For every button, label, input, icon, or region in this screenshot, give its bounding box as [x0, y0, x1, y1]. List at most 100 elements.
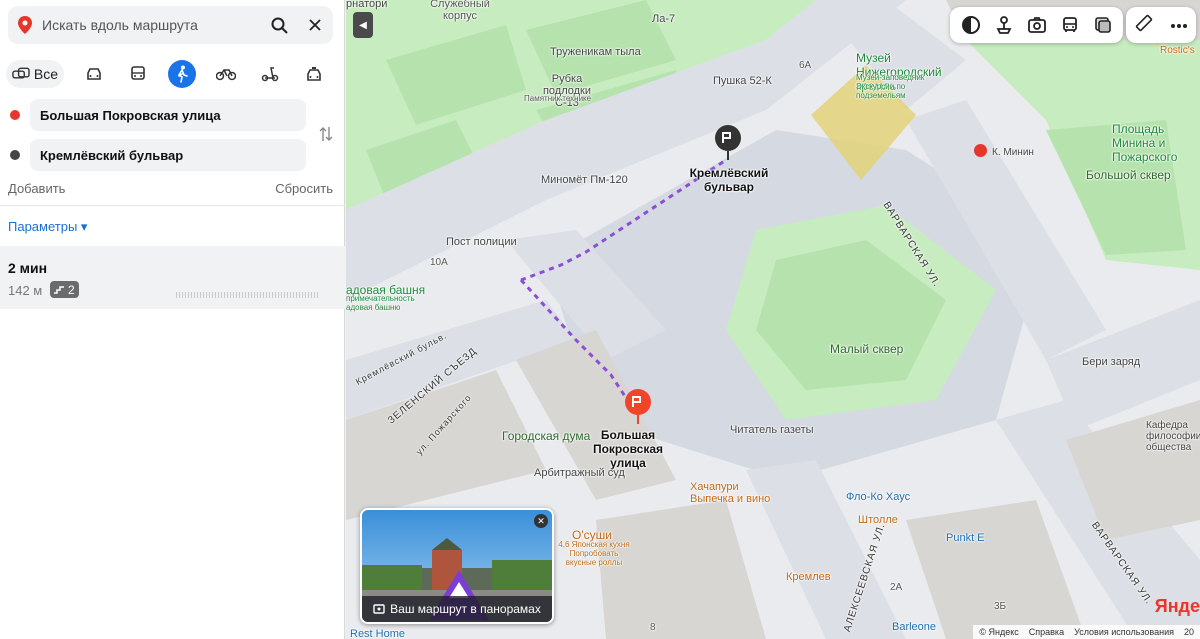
- close-icon: [309, 19, 321, 31]
- close-icon: ✕: [537, 515, 545, 526]
- panorama-caption-text: Ваш маршрут в панорамах: [390, 602, 541, 616]
- label: Пост полиции: [446, 236, 517, 248]
- label: Читатель газеты: [730, 424, 814, 436]
- swap-points-button[interactable]: [316, 124, 336, 144]
- yandex-logo: Янде: [1155, 596, 1200, 617]
- ruler-button[interactable]: [1135, 14, 1153, 37]
- label: Ла-7: [652, 13, 676, 25]
- camera-icon: [1027, 17, 1046, 33]
- bike-icon: [216, 69, 236, 81]
- collapse-sidebar-button[interactable]: ◀: [353, 12, 373, 38]
- route-point-from: Большая Покровская улица: [8, 99, 306, 131]
- walk-icon: [168, 60, 196, 88]
- mode-bike-button[interactable]: [204, 60, 248, 88]
- label: Малый сквер: [830, 342, 904, 356]
- route-sidebar: Все Большая Покровская улица Кремлёвский…: [0, 0, 345, 639]
- label: примечательность адовая башню: [346, 294, 415, 312]
- clear-button[interactable]: [297, 7, 333, 43]
- label: Хачапури Выпечка и вино: [690, 481, 771, 505]
- search-button[interactable]: [261, 7, 297, 43]
- label: К. Минин: [992, 147, 1034, 158]
- panorama-caption: Ваш маршрут в панорамах: [362, 596, 552, 622]
- route-distance: 142 м: [8, 283, 43, 298]
- map-style-icon: [1094, 17, 1111, 33]
- route-point-to: Кремлёвский бульвар: [8, 139, 306, 171]
- start-marker-icon: [625, 389, 651, 424]
- to-field[interactable]: Кремлёвский бульвар: [30, 139, 306, 171]
- route-result-card[interactable]: 2 мин 142 м 2: [0, 246, 345, 309]
- more-icon: [1170, 24, 1187, 28]
- label: Служебный корпус: [430, 0, 490, 22]
- from-dot-icon: [10, 110, 20, 120]
- ruler-icon: [1135, 14, 1152, 31]
- route-time: 2 мин: [8, 260, 48, 276]
- label: Площадь Минина и Пожарского: [1112, 122, 1178, 164]
- label: Фло-Ко Хаус: [846, 491, 911, 503]
- from-field[interactable]: Большая Покровская улица: [30, 99, 306, 131]
- label: Barleone: [892, 621, 937, 633]
- search-input[interactable]: [42, 17, 261, 33]
- mode-taxi-button[interactable]: [292, 60, 336, 88]
- panorama-button[interactable]: [1020, 9, 1053, 41]
- finish-marker-icon: [715, 125, 741, 160]
- copyright: © Яндекс: [979, 627, 1019, 637]
- label: Труженикам тыла: [550, 46, 641, 58]
- route-panorama-card[interactable]: ✕ Ваш маршрут в панорамах: [360, 508, 554, 624]
- label: Миномёт Пм-120: [541, 174, 628, 186]
- label: 2А: [890, 582, 903, 593]
- transport-modes: Все: [6, 59, 336, 89]
- more-button[interactable]: [1170, 16, 1188, 34]
- mode-car-button[interactable]: [72, 60, 116, 88]
- label: Арбитражный суд: [534, 467, 625, 479]
- car-icon: [87, 68, 101, 80]
- minin-monument-icon: [974, 144, 987, 157]
- yandex-logo-text: Янде: [1154, 596, 1200, 616]
- scooter-icon: [261, 67, 279, 82]
- label: Rest Home: [350, 628, 406, 639]
- transit-button[interactable]: [1053, 9, 1086, 41]
- traffic-icon: [996, 16, 1011, 34]
- label: 6А: [799, 60, 812, 71]
- bus-icon: [1062, 17, 1077, 32]
- label: 3Б: [994, 601, 1007, 612]
- layers-icon: [961, 16, 980, 34]
- label: 10А: [430, 257, 448, 268]
- swap-icon: [319, 127, 333, 141]
- traffic-button[interactable]: [987, 9, 1020, 41]
- label: Большая Покровская улица: [592, 428, 664, 470]
- mode-bus-button[interactable]: [116, 60, 160, 88]
- label: Пушка 52-К: [713, 75, 772, 87]
- help-link[interactable]: Справка: [1029, 627, 1064, 637]
- mode-scooter-button[interactable]: [248, 60, 292, 88]
- stairs-count: 2: [68, 282, 75, 297]
- label: Punkt E: [946, 532, 985, 544]
- search-box[interactable]: [8, 6, 333, 44]
- map-layers-toolbar: [950, 7, 1123, 43]
- reset-button[interactable]: Сбросить: [275, 181, 333, 196]
- map-tools-toolbar: [1126, 7, 1196, 43]
- terms-link[interactable]: Условия использования: [1074, 627, 1174, 637]
- taxi-icon: [307, 66, 321, 81]
- label: Кафедра философии общества: [1146, 420, 1200, 453]
- map-style-button[interactable]: [1086, 9, 1119, 41]
- elevation-profile: [176, 292, 318, 298]
- layers-button[interactable]: [954, 9, 987, 41]
- label: Кремлёвский бульвар: [689, 166, 769, 194]
- all-transport-icon: [12, 67, 30, 79]
- to-dot-icon: [10, 150, 20, 160]
- params-toggle[interactable]: Параметры ▾: [8, 219, 87, 235]
- scale-value: 20: [1183, 627, 1194, 637]
- map-footer: © Яндекс Справка Условия использования 2…: [973, 625, 1200, 639]
- label: Большой сквер: [1086, 168, 1171, 182]
- label: Rostic's: [1160, 45, 1195, 56]
- close-panorama-button[interactable]: ✕: [534, 514, 548, 528]
- map[interactable]: рнатори Служебный корпус Ла-7 Труженикам…: [346, 0, 1200, 639]
- label: Рубка подлодки С-13: [542, 73, 592, 109]
- label: 8: [650, 622, 656, 633]
- panorama-icon: [373, 604, 385, 614]
- label: 4,6 Японская кухня Попробовать вкусные р…: [558, 540, 630, 567]
- mode-all-button[interactable]: Все: [6, 60, 64, 88]
- label: Музей-заповедник Экскурсии по подземелья…: [856, 73, 925, 100]
- add-point-button[interactable]: Добавить: [8, 181, 65, 196]
- mode-walk-button[interactable]: [160, 60, 204, 88]
